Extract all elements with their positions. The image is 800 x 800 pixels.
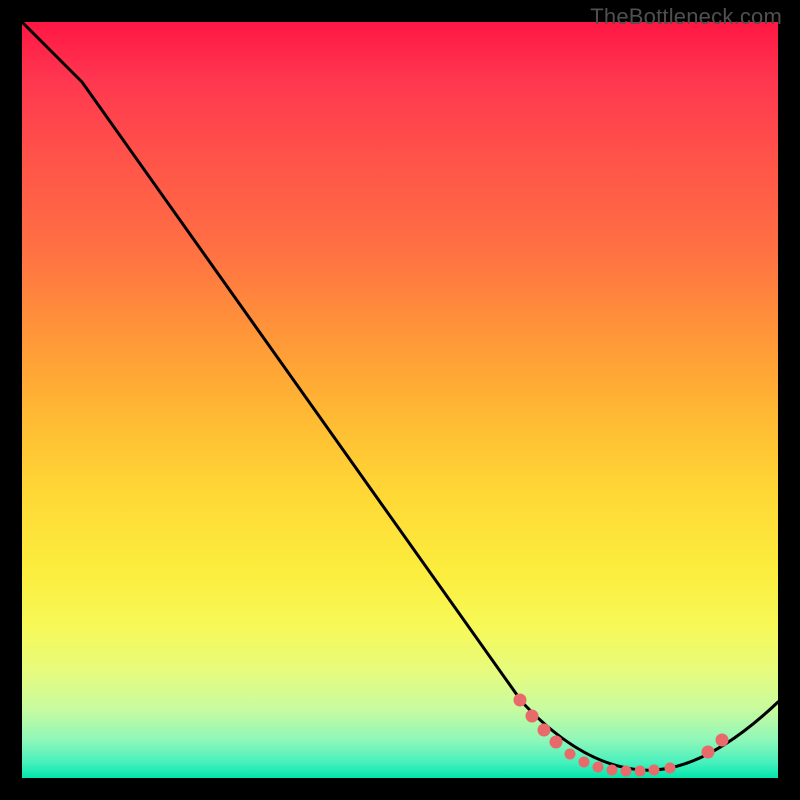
curve-path — [22, 22, 778, 770]
plot-area — [22, 22, 778, 778]
bottleneck-curve — [22, 22, 778, 778]
chart-container: TheBottleneck.com — [0, 0, 800, 800]
watermark-text: TheBottleneck.com — [590, 4, 782, 30]
optimum-markers — [514, 694, 728, 776]
